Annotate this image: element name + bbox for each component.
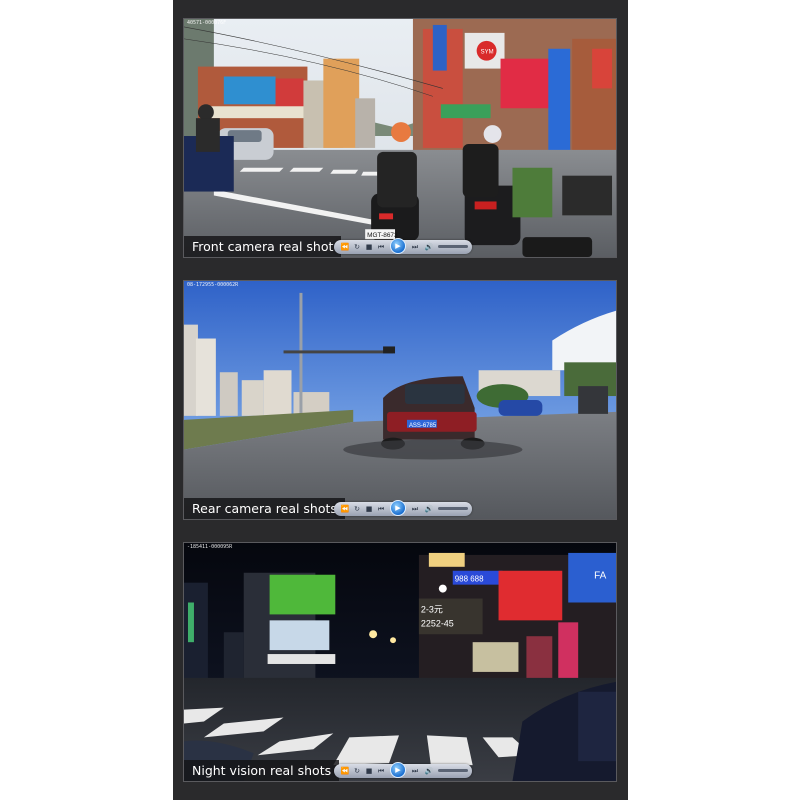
front-camera-caption: Front camera real shot: [184, 236, 342, 257]
video-player-controls: ⏪ ↻ ■ ⏮ ▶ ⏭ 🔊: [334, 500, 472, 516]
rear-camera-panel: ASS-6785 08-172955-000062R Rear camera r…: [183, 280, 617, 520]
refresh-icon[interactable]: ↻: [352, 242, 362, 252]
next-icon[interactable]: ⏭: [410, 242, 420, 252]
prev-icon[interactable]: ⏮: [376, 242, 386, 252]
volume-icon[interactable]: 🔊: [424, 504, 434, 514]
rewind-icon[interactable]: ⏪: [340, 766, 350, 776]
front-camera-scene: SYM MGT-8673: [184, 19, 616, 257]
refresh-icon[interactable]: ↻: [352, 766, 362, 776]
volume-icon[interactable]: 🔊: [424, 766, 434, 776]
prev-icon[interactable]: ⏮: [376, 504, 386, 514]
night-sign-fa: FA: [594, 571, 607, 582]
night-vision-caption: Night vision real shots: [184, 760, 340, 781]
next-icon[interactable]: ⏭: [410, 504, 420, 514]
video-player-controls: ⏪ ↻ ■ ⏮ ▶ ⏭ 🔊: [334, 238, 472, 254]
sym-sign-text: SYM: [481, 50, 494, 56]
volume-slider[interactable]: [438, 245, 468, 248]
volume-slider[interactable]: [438, 769, 468, 772]
night-sign-price: 2-3元: [421, 604, 443, 614]
night-sign-numbers: 988 688: [455, 575, 484, 584]
volume-icon[interactable]: 🔊: [424, 242, 434, 252]
rewind-icon[interactable]: ⏪: [340, 504, 350, 514]
recording-timestamp: 08-172955-000062R: [187, 282, 239, 288]
stop-icon[interactable]: ■: [364, 504, 374, 514]
night-vision-panel: 988 688 2-3元 2252-45 FA -185411-000095R …: [183, 542, 617, 782]
play-button[interactable]: ▶: [390, 238, 406, 254]
next-icon[interactable]: ⏭: [410, 766, 420, 776]
play-button[interactable]: ▶: [390, 500, 406, 516]
play-button[interactable]: ▶: [390, 762, 406, 778]
recording-timestamp: 40571-000076F: [187, 20, 227, 26]
volume-slider[interactable]: [438, 507, 468, 510]
refresh-icon[interactable]: ↻: [352, 504, 362, 514]
night-vision-scene: 988 688 2-3元 2252-45 FA: [184, 543, 616, 781]
recording-timestamp: -185411-000095R: [187, 544, 233, 550]
video-player-controls: ⏪ ↻ ■ ⏮ ▶ ⏭ 🔊: [334, 762, 472, 778]
prev-icon[interactable]: ⏮: [376, 766, 386, 776]
night-sign-phone: 2252-45: [421, 618, 454, 628]
rewind-icon[interactable]: ⏪: [340, 242, 350, 252]
rear-camera-caption: Rear camera real shots: [184, 498, 345, 519]
license-plate-rear: ASS-6785: [409, 423, 437, 429]
stop-icon[interactable]: ■: [364, 242, 374, 252]
stop-icon[interactable]: ■: [364, 766, 374, 776]
front-camera-panel: SYM MGT-8673 40571-000076F Front camera …: [183, 18, 617, 258]
rear-camera-scene: ASS-6785: [184, 281, 616, 519]
